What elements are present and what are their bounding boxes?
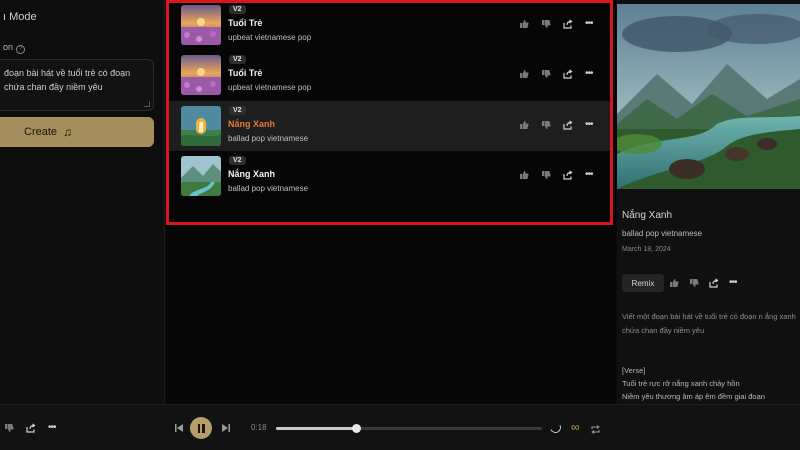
create-button-label: Create [24, 126, 58, 138]
thumbs-up-icon[interactable] [669, 278, 679, 288]
song-thumbnail[interactable] [181, 55, 221, 95]
repeat-icon[interactable] [590, 422, 601, 434]
more-icon[interactable]: ••• [585, 170, 593, 180]
lyric-line: Niềm yêu thương âm áp êm đềm giai đoạn [622, 392, 765, 401]
more-icon[interactable]: ••• [48, 423, 56, 433]
thumbs-down-icon[interactable] [689, 278, 699, 288]
song-row[interactable]: V2 Tuổi Trẻ upbeat vietnamese pop ••• [167, 50, 612, 100]
share-icon[interactable] [563, 19, 573, 29]
song-thumbnail[interactable] [181, 106, 221, 146]
version-badge: V2 [229, 55, 246, 64]
song-description-label-text: on [3, 42, 14, 52]
create-panel: ı Mode on? đoạn bài hát về tuổi trẻ có đ… [0, 0, 165, 404]
song-thumbnail[interactable] [181, 5, 221, 45]
more-icon[interactable]: ••• [729, 278, 737, 288]
share-icon[interactable] [563, 120, 573, 130]
version-badge: V2 [229, 106, 246, 115]
song-row[interactable]: V2 Nắng Xanh ballad pop vietnamese ••• [167, 151, 612, 201]
share-icon[interactable] [26, 423, 36, 433]
player-song-actions: ••• [4, 423, 56, 433]
song-description-label: on? [3, 42, 26, 54]
create-button[interactable]: Create ♫ [0, 117, 154, 147]
share-icon[interactable] [709, 278, 719, 288]
resize-handle[interactable] [144, 101, 150, 107]
progress-slider[interactable] [276, 424, 542, 433]
song-title[interactable]: Tuổi Trẻ [228, 18, 262, 28]
song-cover-image [617, 4, 800, 189]
song-detail-panel: Nắng Xanh ballad pop vietnamese March 18… [617, 0, 800, 404]
song-row-actions: ••• [519, 170, 593, 180]
progress-knob[interactable] [351, 424, 361, 433]
detail-title: Nắng Xanh [622, 210, 673, 221]
song-style: upbeat vietnamese pop [228, 83, 312, 92]
thumbs-up-icon[interactable] [519, 120, 529, 130]
detail-lyrics: [Verse] Tuổi trẻ rực rỡ nắng xanh chảy h… [622, 364, 798, 403]
loading-icon [548, 419, 563, 435]
next-icon[interactable] [219, 421, 233, 435]
song-thumbnail[interactable] [181, 156, 221, 196]
song-title[interactable]: Nắng Xanh [228, 119, 275, 129]
thumbs-down-icon[interactable] [541, 19, 551, 29]
song-style: ballad pop vietnamese [228, 184, 309, 193]
more-icon[interactable]: ••• [585, 120, 593, 130]
remix-button[interactable]: Remix [622, 274, 664, 292]
share-icon[interactable] [563, 69, 573, 79]
detail-actions: ••• [669, 278, 737, 288]
song-row[interactable]: V2 Tuổi Trẻ upbeat vietnamese pop ••• [167, 0, 612, 50]
help-icon[interactable]: ? [16, 45, 26, 54]
song-style: upbeat vietnamese pop [228, 33, 312, 42]
player-bar: ••• 0:18 ∞ [0, 404, 800, 450]
thumbs-up-icon[interactable] [519, 170, 529, 180]
previous-icon[interactable] [172, 421, 186, 435]
custom-mode-label: ı Mode [3, 11, 37, 23]
progress-fill [276, 427, 356, 430]
version-badge: V2 [229, 156, 246, 165]
song-title[interactable]: Nắng Xanh [228, 169, 275, 179]
thumbs-down-icon[interactable] [541, 120, 551, 130]
pause-icon[interactable] [190, 417, 212, 439]
more-icon[interactable]: ••• [585, 19, 593, 29]
share-icon[interactable] [563, 170, 573, 180]
song-row-actions: ••• [519, 120, 593, 130]
song-row[interactable]: V2 Nắng Xanh ballad pop vietnamese ••• [167, 101, 612, 151]
elapsed-time: 0:18 [251, 423, 267, 432]
more-icon[interactable]: ••• [585, 69, 593, 79]
thumbs-down-icon[interactable] [4, 423, 14, 433]
song-style: ballad pop vietnamese [228, 134, 309, 143]
detail-prompt: Viết một đoạn bài hát về tuổi trẻ có đoạ… [622, 312, 796, 335]
song-title[interactable]: Tuổi Trẻ [228, 68, 262, 78]
detail-date: March 18, 2024 [622, 246, 671, 253]
lyric-line: Tuổi trẻ rực rỡ nắng xanh chảy hồn [622, 379, 740, 388]
song-description-text: đoạn bài hát về tuổi trẻ có đoạn chứa ch… [4, 68, 131, 92]
thumbs-down-icon[interactable] [541, 69, 551, 79]
detail-style: ballad pop vietnamese [622, 229, 703, 238]
thumbs-up-icon[interactable] [519, 69, 529, 79]
version-badge: V2 [229, 5, 246, 14]
player-controls-right: ∞ [548, 419, 601, 435]
thumbs-up-icon[interactable] [519, 19, 529, 29]
song-row-actions: ••• [519, 19, 593, 29]
song-row-actions: ••• [519, 69, 593, 79]
song-description-input[interactable]: đoạn bài hát về tuổi trẻ có đoạn chứa ch… [0, 59, 154, 111]
music-note-icon: ♫ [63, 125, 73, 139]
infinity-icon[interactable]: ∞ [571, 421, 580, 433]
thumbs-down-icon[interactable] [541, 170, 551, 180]
lyric-line: [Verse] [622, 366, 646, 375]
